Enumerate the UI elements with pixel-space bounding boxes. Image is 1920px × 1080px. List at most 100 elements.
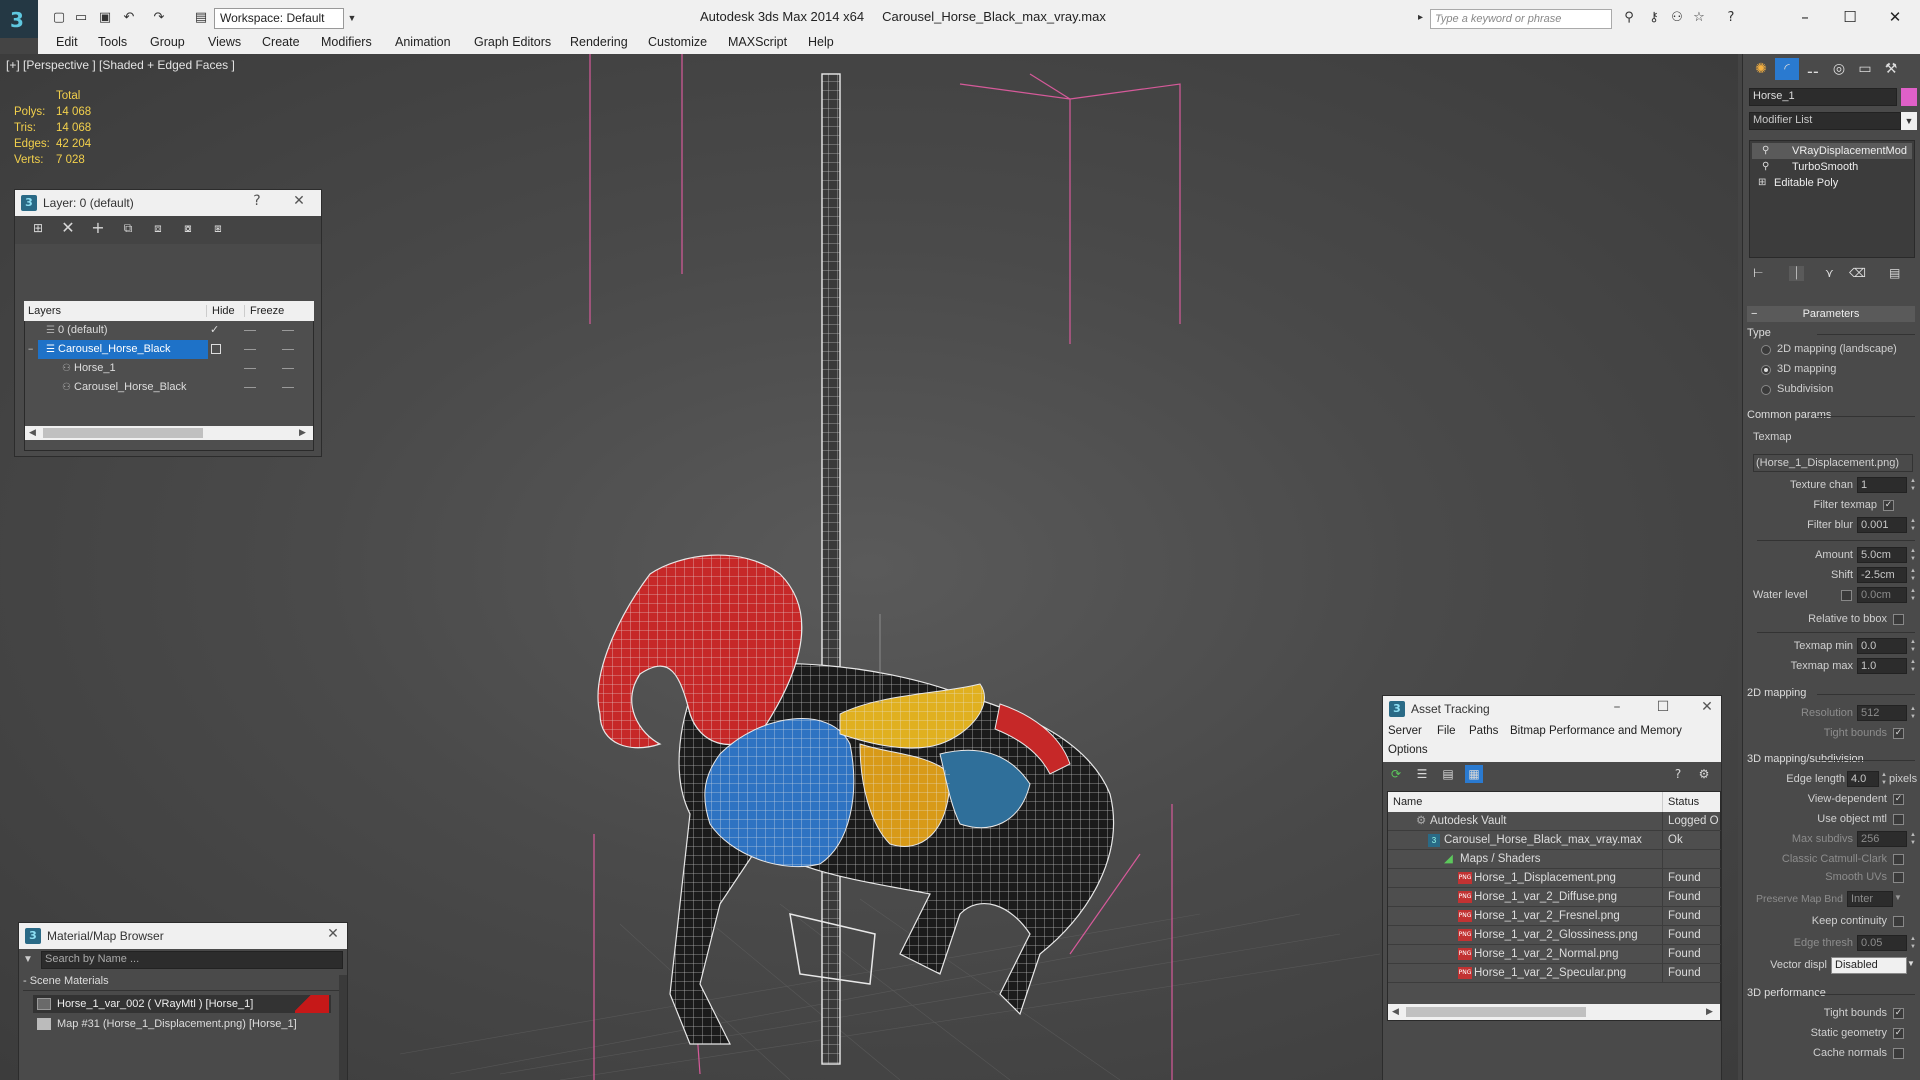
- create-tab-icon[interactable]: ✺: [1749, 58, 1773, 80]
- app-logo-icon[interactable]: 3: [0, 0, 38, 38]
- asset-row-map[interactable]: PNG Horse_1_var_2_Normal.png Found: [1388, 945, 1721, 964]
- asset-maximize-button[interactable]: ☐: [1653, 699, 1673, 715]
- layer-horizontal-scrollbar[interactable]: ◀ ▶: [25, 426, 313, 440]
- filter-blur-input[interactable]: 0.001: [1857, 517, 1907, 533]
- scroll-thumb[interactable]: [43, 428, 203, 438]
- search-expand-icon[interactable]: ▸: [1418, 12, 1423, 23]
- static-geometry-checkbox[interactable]: ✓: [1893, 1028, 1904, 1039]
- freeze-column-header[interactable]: Freeze: [244, 305, 284, 317]
- menu-maxscript[interactable]: MAXScript: [728, 35, 787, 49]
- object-name-field[interactable]: Horse_1: [1749, 88, 1897, 106]
- undo-icon[interactable]: ↶: [120, 10, 138, 26]
- project-folder-icon[interactable]: ▤: [192, 10, 210, 26]
- texmap-button[interactable]: (Horse_1_Displacement.png): [1753, 454, 1913, 472]
- asset-row-maps[interactable]: ◢ Maps / Shaders: [1388, 850, 1721, 869]
- menu-animation[interactable]: Animation: [395, 35, 451, 49]
- signin-icon[interactable]: ⚇: [1668, 10, 1686, 28]
- save-icon[interactable]: ▣: [96, 10, 114, 26]
- edge-length-input[interactable]: 4.0: [1847, 771, 1879, 787]
- keyword-search-input[interactable]: Type a keyword or phrase: [1430, 9, 1612, 29]
- lightbulb-icon[interactable]: ⚲: [1762, 143, 1769, 159]
- type-3d-mapping-radio[interactable]: 3D mapping: [1761, 363, 1915, 377]
- key-icon[interactable]: ⚷: [1645, 10, 1663, 28]
- menu-create[interactable]: Create: [262, 35, 300, 49]
- asset-row-map[interactable]: PNG Horse_1_var_2_Glossiness.png Found: [1388, 926, 1721, 945]
- filter-texmap-checkbox[interactable]: ✓: [1883, 500, 1894, 511]
- scroll-left-icon[interactable]: ◀: [29, 427, 36, 438]
- asset-settings-icon[interactable]: ⚙: [1695, 765, 1713, 783]
- spinner-icon[interactable]: ▲ ▼: [1909, 638, 1917, 654]
- spinner-icon[interactable]: ▲ ▼: [1909, 658, 1917, 674]
- new-file-icon[interactable]: ▢: [50, 10, 68, 26]
- workspace-dropdown[interactable]: Workspace: Default: [214, 8, 344, 29]
- rollout-collapse-icon[interactable]: −: [1751, 306, 1757, 322]
- highlight-layer-icon[interactable]: ⧈: [149, 219, 167, 237]
- perf-tight-bounds-checkbox[interactable]: ✓: [1893, 1008, 1904, 1019]
- layer-row-default[interactable]: ☰ 0 (default) ✓: [24, 321, 312, 340]
- layer-panel-titlebar[interactable]: 3 Layer: 0 (default) ? ✕: [15, 190, 321, 216]
- list-view-icon[interactable]: ☰: [1413, 765, 1431, 783]
- classic-catmull-clark-checkbox[interactable]: [1893, 854, 1904, 865]
- spinner-icon[interactable]: ▲ ▼: [1909, 831, 1917, 847]
- browser-options-icon[interactable]: ▼: [23, 954, 33, 965]
- help-icon[interactable]: ?: [1722, 10, 1740, 28]
- smooth-uvs-checkbox[interactable]: [1893, 872, 1904, 883]
- type-2d-mapping-radio[interactable]: 2D mapping (landscape): [1761, 343, 1915, 357]
- show-end-result-icon[interactable]: ⏐: [1789, 266, 1804, 281]
- object-color-swatch[interactable]: [1901, 88, 1917, 106]
- scroll-right-icon[interactable]: ▶: [299, 427, 306, 438]
- add-to-layer-icon[interactable]: +: [89, 219, 107, 237]
- asset-menu-options[interactable]: Options: [1388, 744, 1428, 756]
- resolution-input[interactable]: 512: [1857, 705, 1907, 721]
- asset-row-map[interactable]: PNG Horse_1_Displacement.png Found: [1388, 869, 1721, 888]
- texmap-min-input[interactable]: 0.0: [1857, 638, 1907, 654]
- make-unique-icon[interactable]: ⋎: [1825, 266, 1834, 280]
- hide-all-layers-icon[interactable]: ⧇: [179, 219, 197, 237]
- asset-menu-server[interactable]: Server: [1388, 725, 1422, 737]
- minimize-button[interactable]: –: [1785, 4, 1825, 30]
- stack-item-turbosmooth[interactable]: ⚲ TurboSmooth: [1752, 159, 1912, 175]
- shift-input[interactable]: -2.5cm: [1857, 567, 1907, 583]
- asset-row-vault[interactable]: ⚙ Autodesk Vault Logged O: [1388, 812, 1721, 831]
- menu-edit[interactable]: Edit: [56, 35, 78, 49]
- set-active-layer-box[interactable]: [211, 344, 221, 354]
- hide-toggle[interactable]: [244, 330, 256, 331]
- type-subdivision-radio[interactable]: Subdivision: [1761, 383, 1915, 397]
- menu-graph-editors[interactable]: Graph Editors: [474, 35, 551, 49]
- water-level-input[interactable]: 0.0cm: [1857, 587, 1907, 603]
- perspective-viewport[interactable]: [+] [Perspective ] [Shaded + Edged Faces…: [0, 54, 1738, 1080]
- parameters-rollout-header[interactable]: − Parameters: [1747, 306, 1915, 322]
- configure-sets-icon[interactable]: ▤: [1889, 266, 1900, 280]
- layer-close-button[interactable]: ✕: [289, 193, 309, 209]
- remove-modifier-icon[interactable]: ⌫: [1849, 266, 1866, 280]
- asset-menu-file[interactable]: File: [1437, 725, 1456, 737]
- layer-object-row[interactable]: ⚇ Horse_1: [24, 359, 312, 378]
- new-layer-icon[interactable]: ⊞: [29, 219, 47, 237]
- texture-chan-input[interactable]: 1: [1857, 477, 1907, 493]
- workspace-dropdown-arrow-icon[interactable]: ▼: [345, 8, 359, 29]
- layer-row-carousel[interactable]: − ☰ Carousel_Horse_Black: [24, 340, 312, 359]
- spinner-icon[interactable]: ▲ ▼: [1909, 547, 1917, 563]
- layer-help-button[interactable]: ?: [247, 193, 267, 209]
- amount-input[interactable]: 5.0cm: [1857, 547, 1907, 563]
- close-button[interactable]: ✕: [1875, 4, 1915, 30]
- edge-thresh-input[interactable]: 0.05: [1857, 935, 1907, 951]
- asset-menu-paths[interactable]: Paths: [1469, 725, 1498, 737]
- menu-group[interactable]: Group: [150, 35, 185, 49]
- preserve-map-bnd-dropdown[interactable]: Inter: [1847, 891, 1893, 907]
- modifier-dropdown-arrow-icon[interactable]: ▼: [1901, 112, 1917, 130]
- tight-bounds-checkbox[interactable]: ✓: [1893, 728, 1904, 739]
- expand-icon[interactable]: ⊞: [1758, 175, 1766, 191]
- menu-rendering[interactable]: Rendering: [570, 35, 628, 49]
- modifier-list-dropdown[interactable]: Modifier List: [1749, 112, 1901, 130]
- hide-toggle[interactable]: [244, 368, 256, 369]
- asset-row-map[interactable]: PNG Horse_1_var_2_Diffuse.png Found: [1388, 888, 1721, 907]
- detail-view-icon[interactable]: ▤: [1439, 765, 1457, 783]
- spinner-icon[interactable]: ▲ ▼: [1909, 935, 1917, 951]
- redo-icon[interactable]: ↷: [150, 10, 168, 26]
- scroll-thumb[interactable]: [1406, 1007, 1586, 1017]
- asset-menu-bitmap-performance[interactable]: Bitmap Performance and Memory: [1510, 725, 1682, 737]
- active-layer-check-icon[interactable]: ✓: [210, 321, 219, 340]
- asset-tracking-titlebar[interactable]: 3 Asset Tracking – ☐ ✕: [1383, 696, 1721, 722]
- modify-tab-icon[interactable]: ◜: [1775, 58, 1799, 80]
